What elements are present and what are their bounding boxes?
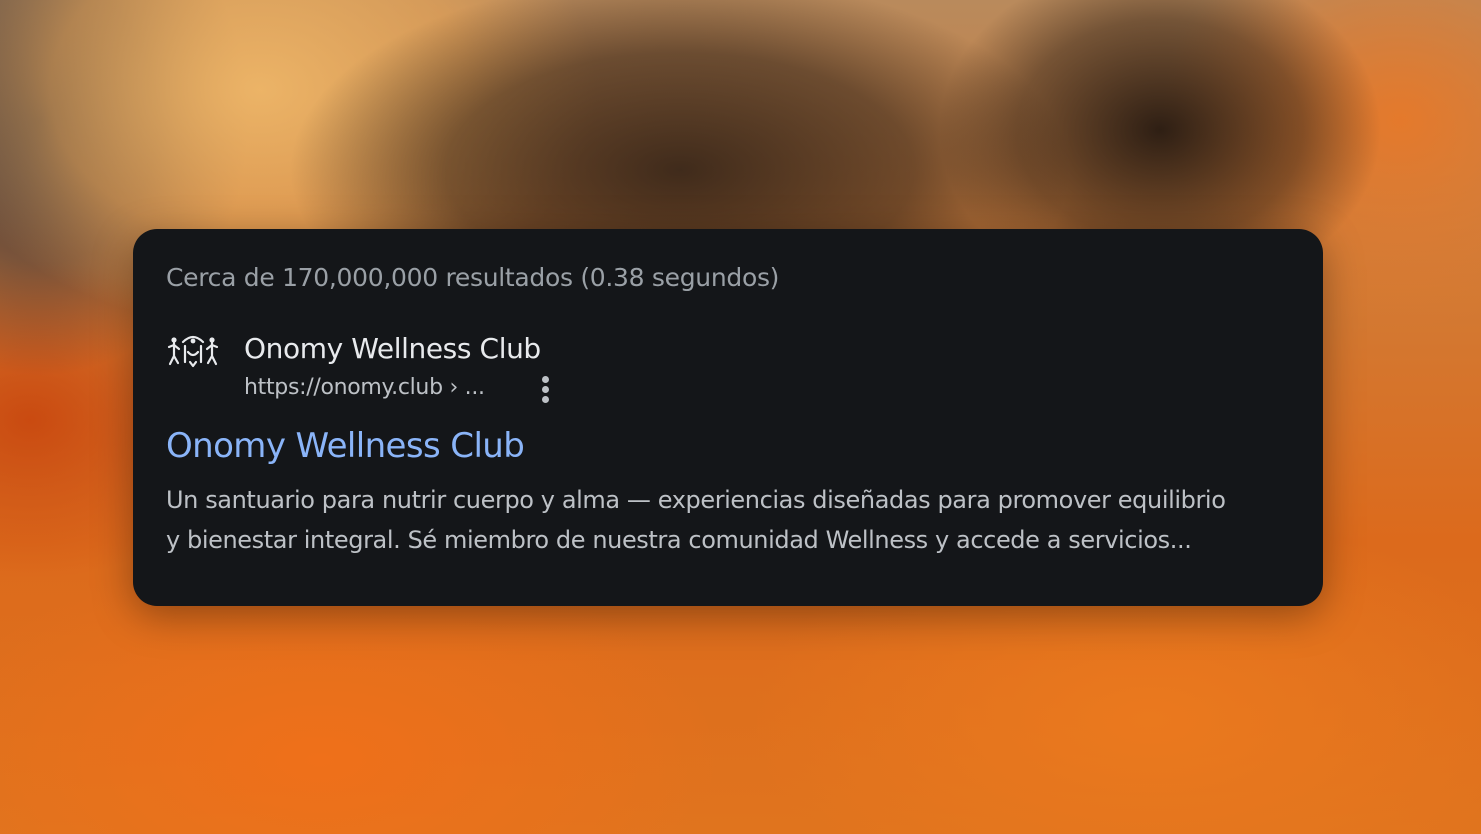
- result-title-link[interactable]: Onomy Wellness Club: [166, 426, 525, 466]
- more-vert-icon[interactable]: [532, 373, 560, 407]
- snippet-line: Un santuario para nutrir cuerpo y alma —…: [166, 486, 1226, 514]
- results-stats: Cerca de 170,000,000 resultados (0.38 se…: [166, 263, 780, 292]
- search-result-card: Cerca de 170,000,000 resultados (0.38 se…: [133, 229, 1323, 606]
- snippet-line: y bienestar integral. Sé miembro de nues…: [166, 526, 1192, 554]
- result-snippet: Un santuario para nutrir cuerpo y alma —…: [166, 480, 1286, 560]
- site-name[interactable]: Onomy Wellness Club: [244, 332, 541, 365]
- onomy-logo-icon[interactable]: [166, 332, 220, 374]
- site-url[interactable]: https://onomy.club › ...: [244, 375, 485, 400]
